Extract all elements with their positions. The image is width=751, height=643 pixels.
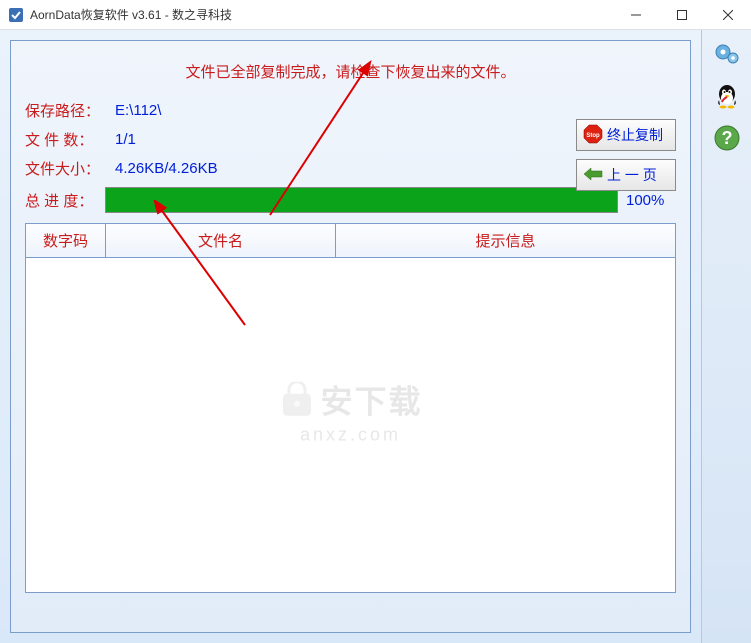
prev-page-button[interactable]: 上 一 页 — [576, 159, 676, 191]
stop-icon: Stop — [583, 124, 603, 147]
file-size-label: 文件大小： — [25, 158, 115, 179]
minimize-button[interactable] — [613, 0, 659, 30]
stop-copy-label: 终止复制 — [607, 125, 663, 145]
app-icon — [8, 7, 24, 23]
stop-copy-button[interactable]: Stop 终止复制 — [576, 119, 676, 151]
titlebar: AornData恢复软件 v3.61 - 数之寻科技 — [0, 0, 751, 30]
file-count-value: 1/1 — [115, 131, 136, 148]
qq-icon[interactable] — [711, 80, 743, 112]
result-table: 数字码 文件名 提示信息 安下载 anxz.com — [25, 223, 676, 593]
progress-bar-fill — [106, 188, 617, 212]
side-buttons: Stop 终止复制 上 一 页 — [576, 119, 676, 199]
table-header: 数字码 文件名 提示信息 — [26, 224, 675, 258]
help-icon[interactable]: ? — [711, 122, 743, 154]
save-path-row: 保存路径： E:\112\ — [25, 100, 676, 121]
table-body: 安下载 anxz.com — [26, 258, 675, 592]
content-area: 文件已全部复制完成，请检查下恢复出来的文件。 保存路径： E:\112\ 文 件… — [0, 30, 701, 643]
status-message: 文件已全部复制完成，请检查下恢复出来的文件。 — [25, 61, 676, 82]
svg-text:?: ? — [721, 128, 732, 148]
svg-text:Stop: Stop — [586, 133, 600, 139]
settings-icon[interactable] — [711, 38, 743, 70]
maximize-button[interactable] — [659, 0, 705, 30]
save-path-value: E:\112\ — [115, 102, 161, 119]
column-header-code[interactable]: 数字码 — [26, 224, 106, 257]
file-size-value: 4.26KB/4.26KB — [115, 160, 218, 177]
file-count-label: 文 件 数： — [25, 129, 115, 150]
window-title: AornData恢复软件 v3.61 - 数之寻科技 — [30, 6, 613, 23]
progress-bar — [105, 187, 618, 213]
progress-label: 总 进 度： — [25, 190, 105, 211]
column-header-message[interactable]: 提示信息 — [336, 224, 675, 257]
right-sidebar: ? — [701, 30, 751, 643]
save-path-label: 保存路径： — [25, 100, 115, 121]
close-button[interactable] — [705, 0, 751, 30]
arrow-left-icon — [583, 167, 603, 184]
prev-page-label: 上 一 页 — [607, 165, 657, 185]
inner-panel: 文件已全部复制完成，请检查下恢复出来的文件。 保存路径： E:\112\ 文 件… — [10, 40, 691, 633]
main-container: 文件已全部复制完成，请检查下恢复出来的文件。 保存路径： E:\112\ 文 件… — [0, 30, 751, 643]
column-header-filename[interactable]: 文件名 — [106, 224, 336, 257]
watermark-url: anxz.com — [278, 425, 422, 446]
window-controls — [613, 0, 751, 30]
watermark: 安下载 anxz.com — [278, 377, 422, 446]
watermark-text: 安下载 — [320, 377, 422, 423]
